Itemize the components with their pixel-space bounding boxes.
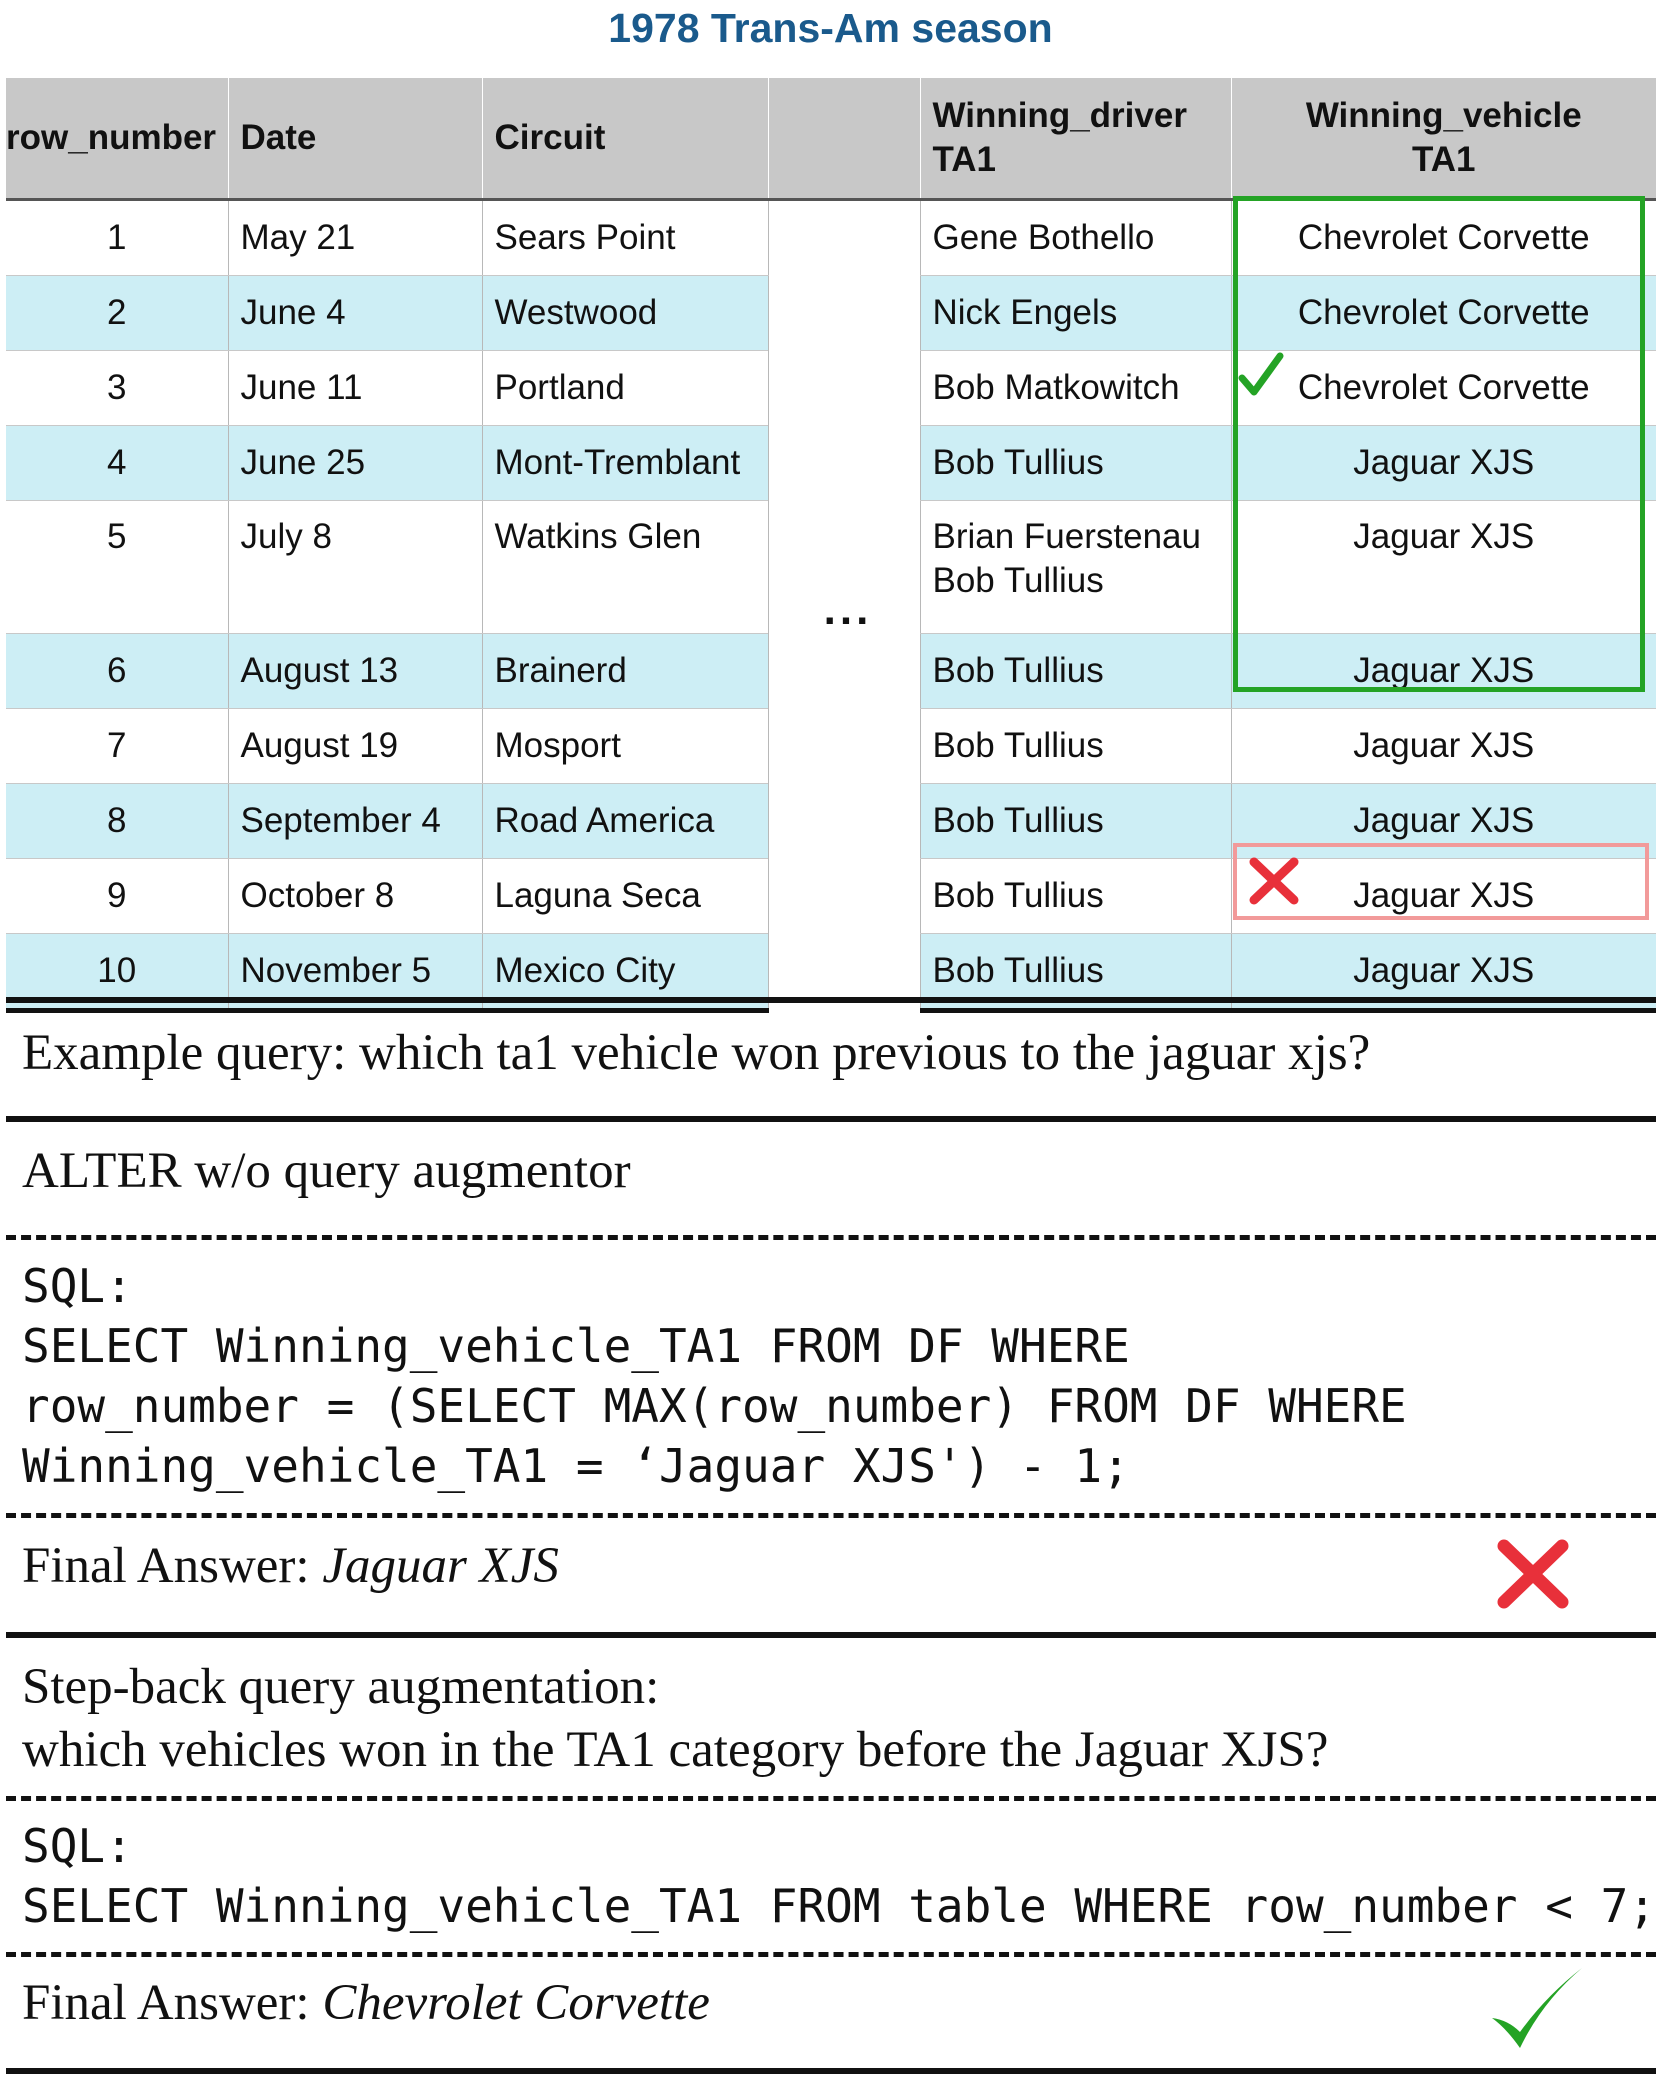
driver-line: Bob Tullius [932, 561, 1104, 600]
answer-value: Chevrolet Corvette [322, 1975, 710, 2031]
cell-circuit: Brainerd [481, 633, 768, 709]
cell-date: May 21 [227, 199, 482, 276]
cell-date: June 4 [227, 275, 482, 351]
stepback-question: which vehicles won in the TA1 category b… [22, 1722, 1329, 1778]
cell-driver: Brian Fuerstenau Bob Tullius [919, 500, 1231, 634]
cell-circuit: Westwood [481, 275, 768, 351]
green-check-icon [1492, 1968, 1582, 2048]
cell-date: June 11 [227, 350, 482, 426]
cell-driver: Bob Tullius [919, 425, 1231, 501]
omitted-columns-ellipsis: ... [823, 585, 873, 634]
cell-driver: Gene Bothello [919, 199, 1231, 276]
alter-sql-line: row_number = (SELECT MAX(row_number) FRO… [22, 1379, 1407, 1433]
figure-title: 1978 Trans-Am season [608, 5, 1053, 51]
section-divider [6, 1952, 1656, 1957]
panel-divider [6, 1632, 1656, 1638]
cell-circuit: Sears Point [481, 199, 768, 276]
cell-circuit: Laguna Seca [481, 858, 768, 934]
cell-date: October 8 [227, 858, 482, 934]
cell-driver: Bob Tullius [919, 858, 1231, 934]
header-driver-line2: TA1 [932, 140, 997, 179]
section-divider [6, 1235, 1656, 1240]
stepback-sql-line: SQL: [22, 1819, 133, 1873]
alter-final-answer: Final Answer: Jaguar XJS [22, 1535, 559, 1597]
cell-driver: Bob Matkowitch [919, 350, 1231, 426]
cell-row-number: 2 [6, 275, 228, 351]
answer-prefix: Final Answer: [22, 1975, 323, 2031]
table-header-row: row_number Date Circuit Winning_driver T… [6, 78, 1656, 201]
cell-row-number: 3 [6, 350, 228, 426]
cell-date: August 13 [227, 633, 482, 709]
cell-date: June 25 [227, 425, 482, 501]
cell-row-number: 1 [6, 199, 228, 276]
panel-bottom-rule [6, 2068, 1656, 2074]
stepback-sql-line: SELECT Winning_vehicle_TA1 FROM table WH… [22, 1879, 1656, 1933]
cell-row-number: 7 [6, 708, 228, 784]
alter-sql-line: SELECT Winning_vehicle_TA1 FROM DF WHERE [22, 1319, 1130, 1373]
red-cross-icon [1249, 857, 1299, 905]
cell-date: September 4 [227, 783, 482, 859]
header-row-number: row_number [6, 78, 228, 201]
answer-prefix: Final Answer: [22, 1538, 323, 1594]
driver-line: Brian Fuerstenau [932, 517, 1201, 556]
alter-sql-line: Winning_vehicle_TA1 = ‘Jaguar XJS') - 1; [22, 1439, 1130, 1493]
cell-date: August 19 [227, 708, 482, 784]
cell-row-number: 4 [6, 425, 228, 501]
header-circuit: Circuit [481, 78, 768, 201]
cell-row-number: 8 [6, 783, 228, 859]
stepback-heading: Step-back query augmentation: [22, 1659, 660, 1715]
cell-driver: Bob Tullius [919, 633, 1231, 709]
cell-driver: Bob Tullius [919, 708, 1231, 784]
alter-heading: ALTER w/o query augmentor [22, 1143, 631, 1199]
section-divider [6, 1796, 1656, 1801]
header-gap [767, 78, 920, 201]
cell-date: July 8 [227, 500, 482, 634]
header-vehicle-line1: Winning_vehicle [1305, 96, 1582, 135]
cell-circuit: Road America [481, 783, 768, 859]
green-check-icon [1238, 352, 1284, 396]
stepback-final-answer: Final Answer: Chevrolet Corvette [22, 1972, 710, 2034]
header-date: Date [227, 78, 482, 201]
table-bottom-rule [6, 997, 1656, 1003]
header-vehicle-line2: TA1 [1411, 140, 1476, 179]
cell-driver: Nick Engels [919, 275, 1231, 351]
cell-row-number: 6 [6, 633, 228, 709]
correct-answer-highlight [1233, 196, 1645, 692]
example-query: Example query: which ta1 vehicle won pre… [22, 1025, 1371, 1081]
header-driver-line1: Winning_driver [932, 96, 1187, 135]
red-cross-icon [1497, 1539, 1569, 1609]
cell-circuit: Watkins Glen [481, 500, 768, 634]
answer-value: Jaguar XJS [322, 1538, 559, 1594]
cell-vehicle: Jaguar XJS [1230, 708, 1656, 784]
alter-sql-line: SQL: [22, 1259, 133, 1313]
header-winning-vehicle: Winning_vehicle TA1 [1230, 78, 1656, 201]
cell-circuit: Mosport [481, 708, 768, 784]
header-winning-driver: Winning_driver TA1 [919, 78, 1231, 201]
cell-row-number: 5 [6, 500, 228, 634]
cell-circuit: Portland [481, 350, 768, 426]
cell-circuit: Mont-Tremblant [481, 425, 768, 501]
panel-divider [6, 1116, 1656, 1122]
cell-row-number: 9 [6, 858, 228, 934]
section-divider [6, 1513, 1656, 1518]
cell-driver: Bob Tullius [919, 783, 1231, 859]
